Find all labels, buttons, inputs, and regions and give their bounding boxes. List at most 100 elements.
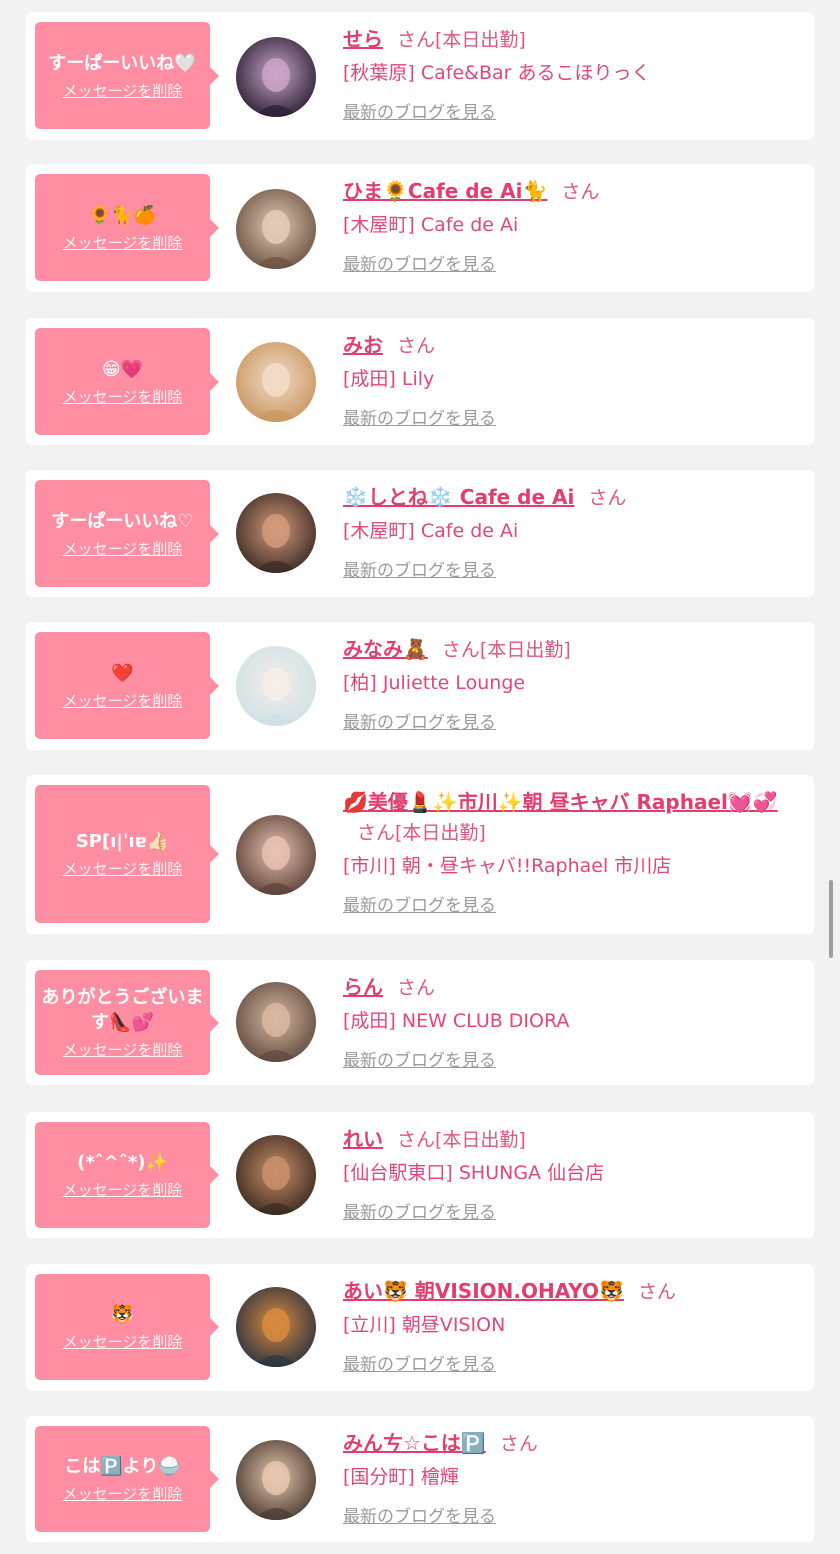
message-card: ありがとうございます👠💕 メッセージを削除 らん さん [成田] NEW CLUB DI… — [26, 960, 814, 1085]
message-text: ❤️ — [111, 662, 134, 684]
name-line: ひま🌻Cafe de Ai🐈 さん — [343, 176, 794, 207]
profile-info: らん さん [成田] NEW CLUB DIORA 最新のブログを見る — [343, 972, 794, 1071]
latest-blog-link[interactable]: 最新のブログを見る — [343, 404, 496, 429]
message-card: SP[ı|ˈıɐ👍🏻 メッセージを削除 💋美優💄✨市川✨朝 昼キャバ Raphael… — [26, 775, 814, 934]
message-bubble: SP[ı|ˈıɐ👍🏻 メッセージを削除 — [35, 785, 219, 923]
attendance-badge: [本日出勤] — [395, 822, 486, 844]
profile-info: ❄️しとね❄️ Cafe de Ai さん [木屋町] Cafe de Ai 最新のブ… — [343, 482, 794, 581]
message-card: ❤️ メッセージを削除 みなみ🧸 さん[本日出勤] [柏] Juliette Loung… — [26, 622, 814, 750]
shop-name: [仙台駅東口] SHUNGA 仙台店 — [343, 1162, 605, 1184]
delete-message-link[interactable]: メッセージを削除 — [63, 1483, 183, 1504]
profile-info: みなみ🧸 さん[本日出勤] [柏] Juliette Lounge 最新のブログを見る — [343, 634, 794, 733]
shop-name: [成田] Lily — [343, 368, 435, 390]
message-text: すーぱーいいね🤍 — [48, 52, 197, 74]
avatar[interactable] — [236, 646, 316, 726]
shop-name: [成田] NEW CLUB DIORA — [343, 1010, 570, 1032]
message-text: ありがとうございます👠💕 — [41, 987, 204, 1033]
shop-name: [木屋町] Cafe de Ai — [343, 214, 519, 236]
profile-info: せら さん[本日出勤] [秋葉原] Cafe&Bar あるこほりっく 最新のブログを見… — [343, 24, 794, 123]
message-text: (*ˆ^ˆ*)✨ — [77, 1152, 168, 1173]
shop-name: [秋葉原] Cafe&Bar あるこほりっく — [343, 62, 651, 84]
delete-message-link[interactable]: メッセージを削除 — [63, 690, 183, 711]
avatar[interactable] — [236, 815, 316, 895]
avatar[interactable] — [236, 982, 316, 1062]
profile-name-link[interactable]: 💋美優💄✨市川✨朝 昼キャバ Raphael💓💞 — [343, 790, 778, 814]
message-card: 🌻🐈🍊 メッセージを削除 ひま🌻Cafe de Ai🐈 さん [木屋町] Cafe de… — [26, 164, 814, 292]
message-bubble: すーぱーいいね♡ メッセージを削除 — [35, 480, 219, 587]
delete-message-link[interactable]: メッセージを削除 — [63, 232, 183, 253]
honorific-label: さん — [499, 1433, 538, 1455]
message-card: すーぱーいいね♡ メッセージを削除 ❄️しとね❄️ Cafe de Ai さん [木屋町… — [26, 470, 814, 597]
avatar[interactable] — [236, 1287, 316, 1367]
profile-name-link[interactable]: らん — [343, 975, 383, 999]
honorific-label: さん — [441, 639, 480, 661]
shop-name: [木屋町] Cafe de Ai — [343, 520, 519, 542]
honorific-label: さん — [561, 181, 600, 203]
latest-blog-link[interactable]: 最新のブログを見る — [343, 1198, 496, 1223]
attendance-badge: [本日出勤] — [479, 639, 571, 661]
shop-name: [立川] 朝昼VISION — [343, 1314, 506, 1336]
latest-blog-link[interactable]: 最新のブログを見る — [343, 98, 496, 123]
message-text: すーぱーいいね♡ — [51, 510, 194, 532]
message-text: 🐯 — [111, 1304, 134, 1325]
profile-name-link[interactable]: あい🐯 朝VISION.OHAYO🐯 — [343, 1279, 624, 1303]
message-text: 😁💗 — [101, 358, 144, 380]
latest-blog-link[interactable]: 最新のブログを見る — [343, 1046, 496, 1071]
latest-blog-link[interactable]: 最新のブログを見る — [343, 250, 496, 275]
profile-name-link[interactable]: ❄️しとね❄️ Cafe de Ai — [343, 485, 574, 509]
avatar[interactable] — [236, 189, 316, 269]
latest-blog-link[interactable]: 最新のブログを見る — [343, 891, 496, 916]
profile-name-link[interactable]: れい — [343, 1127, 383, 1151]
profile-name-link[interactable]: ひま🌻Cafe de Ai🐈 — [343, 179, 547, 203]
message-bubble: 😁💗 メッセージを削除 — [35, 328, 219, 435]
latest-blog-link[interactable]: 最新のブログを見る — [343, 1502, 496, 1527]
name-line: らん さん — [343, 972, 794, 1003]
scrollbar[interactable] — [829, 880, 833, 958]
profile-info: 💋美優💄✨市川✨朝 昼キャバ Raphael💓💞 さん[本日出勤] [市川] 朝・昼… — [343, 787, 794, 916]
attendance-badge: [本日出勤] — [435, 1129, 526, 1151]
honorific-label: さん — [397, 29, 436, 51]
delete-message-link[interactable]: メッセージを削除 — [63, 858, 183, 879]
profile-name-link[interactable]: せら — [343, 27, 383, 51]
message-card: 🐯 メッセージを削除 あい🐯 朝VISION.OHAYO🐯 さん [立川] 朝昼VISI… — [26, 1264, 814, 1391]
avatar[interactable] — [236, 1135, 316, 1215]
name-line: ❄️しとね❄️ Cafe de Ai さん — [343, 482, 794, 513]
message-text: SP[ı|ˈıɐ👍🏻 — [75, 831, 170, 852]
message-bubble: こは🅿️より🍚 メッセージを削除 — [35, 1426, 219, 1532]
message-text: こは🅿️より🍚 — [64, 1456, 181, 1477]
latest-blog-link[interactable]: 最新のブログを見る — [343, 556, 496, 581]
name-line: せら さん[本日出勤] — [343, 24, 794, 55]
delete-message-link[interactable]: メッセージを削除 — [63, 1179, 183, 1200]
delete-message-link[interactable]: メッセージを削除 — [63, 80, 183, 101]
shop-name: [市川] 朝・昼キャバ!!Raphael 市川店 — [343, 855, 672, 877]
message-text: 🌻🐈🍊 — [88, 204, 157, 226]
delete-message-link[interactable]: メッセージを削除 — [63, 1039, 183, 1060]
profile-info: あい🐯 朝VISION.OHAYO🐯 さん [立川] 朝昼VISION 最新のブログを… — [343, 1276, 794, 1375]
shop-name: [柏] Juliette Lounge — [343, 672, 526, 694]
honorific-label: さん — [397, 335, 436, 357]
message-bubble: ありがとうございます👠💕 メッセージを削除 — [35, 970, 219, 1075]
delete-message-link[interactable]: メッセージを削除 — [63, 538, 183, 559]
profile-info: みお さん [成田] Lily 最新のブログを見る — [343, 330, 794, 429]
delete-message-link[interactable]: メッセージを削除 — [63, 386, 183, 407]
name-line: 💋美優💄✨市川✨朝 昼キャバ Raphael💓💞 さん[本日出勤] — [343, 787, 794, 848]
message-bubble: 🌻🐈🍊 メッセージを削除 — [35, 174, 219, 281]
latest-blog-link[interactable]: 最新のブログを見る — [343, 1350, 496, 1375]
name-line: みお さん — [343, 330, 794, 361]
profile-name-link[interactable]: みお — [343, 333, 383, 357]
name-line: みんㄘ☆こは🅿️ さん — [343, 1428, 794, 1459]
profile-info: れい さん[本日出勤] [仙台駅東口] SHUNGA 仙台店 最新のブログを見る — [343, 1124, 794, 1223]
profile-name-link[interactable]: みなみ🧸 — [343, 637, 428, 661]
profile-name-link[interactable]: みんㄘ☆こは🅿️ — [343, 1431, 486, 1455]
delete-message-link[interactable]: メッセージを削除 — [63, 1331, 183, 1352]
avatar[interactable] — [236, 37, 316, 117]
name-line: あい🐯 朝VISION.OHAYO🐯 さん — [343, 1276, 794, 1307]
shop-name: [国分町] 檜輝 — [343, 1466, 459, 1488]
honorific-label: さん — [397, 1129, 436, 1151]
avatar[interactable] — [236, 493, 316, 573]
message-bubble: すーぱーいいね🤍 メッセージを削除 — [35, 22, 219, 129]
avatar[interactable] — [236, 342, 316, 422]
avatar[interactable] — [236, 1440, 316, 1520]
message-card: こは🅿️より🍚 メッセージを削除 みんㄘ☆こは🅿️ さん [国分町] 檜輝最新のブログを… — [26, 1416, 814, 1542]
latest-blog-link[interactable]: 最新のブログを見る — [343, 708, 496, 733]
